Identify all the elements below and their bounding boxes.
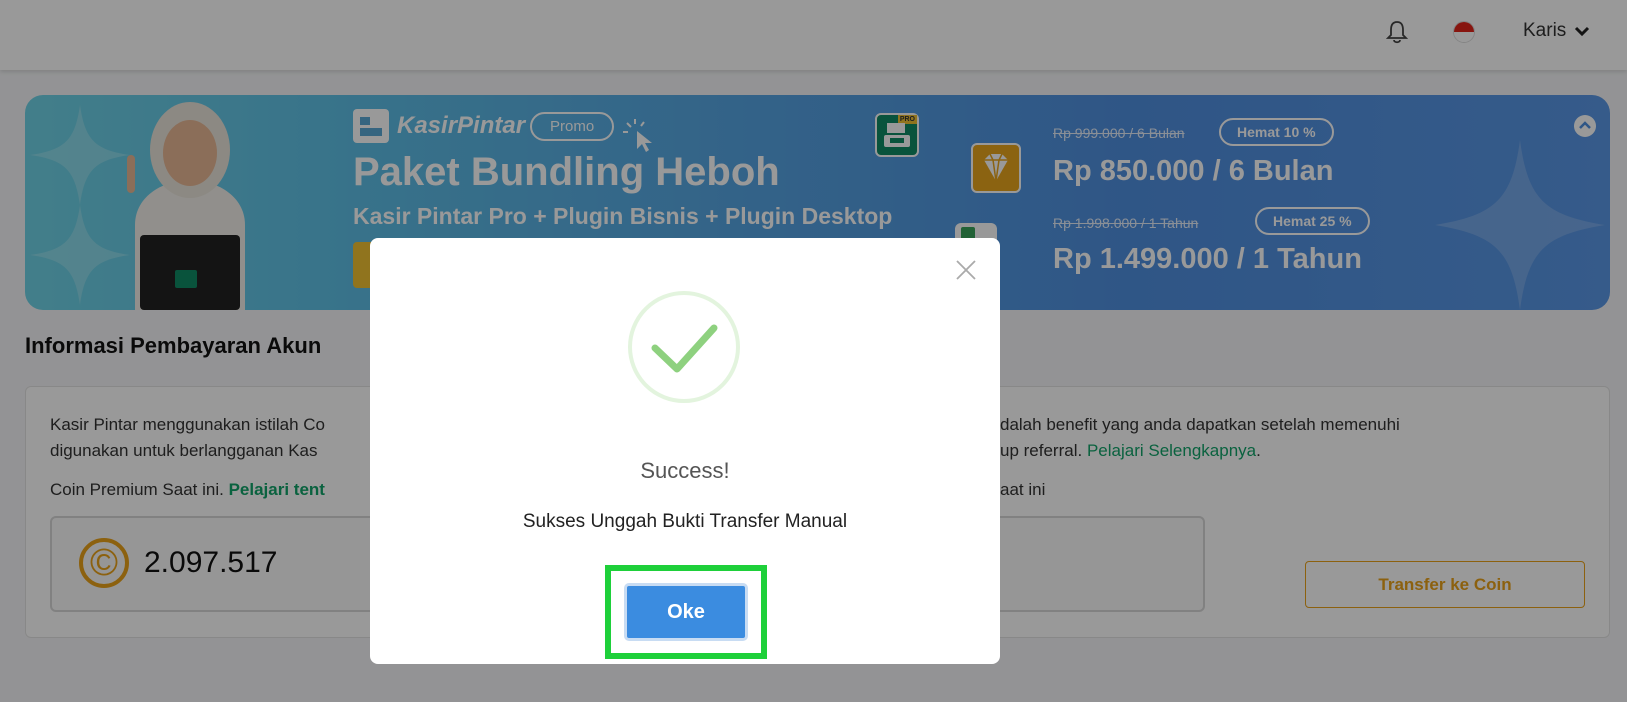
dialog-message: Sukses Unggah Bukti Transfer Manual	[522, 511, 848, 532]
success-dialog: Success! Sukses Unggah Bukti Transfer Ma…	[370, 238, 1000, 664]
close-icon[interactable]	[954, 258, 978, 282]
success-check-icon	[628, 291, 740, 403]
dialog-title: Success!	[640, 458, 730, 483]
ok-button[interactable]: Oke	[624, 583, 748, 641]
